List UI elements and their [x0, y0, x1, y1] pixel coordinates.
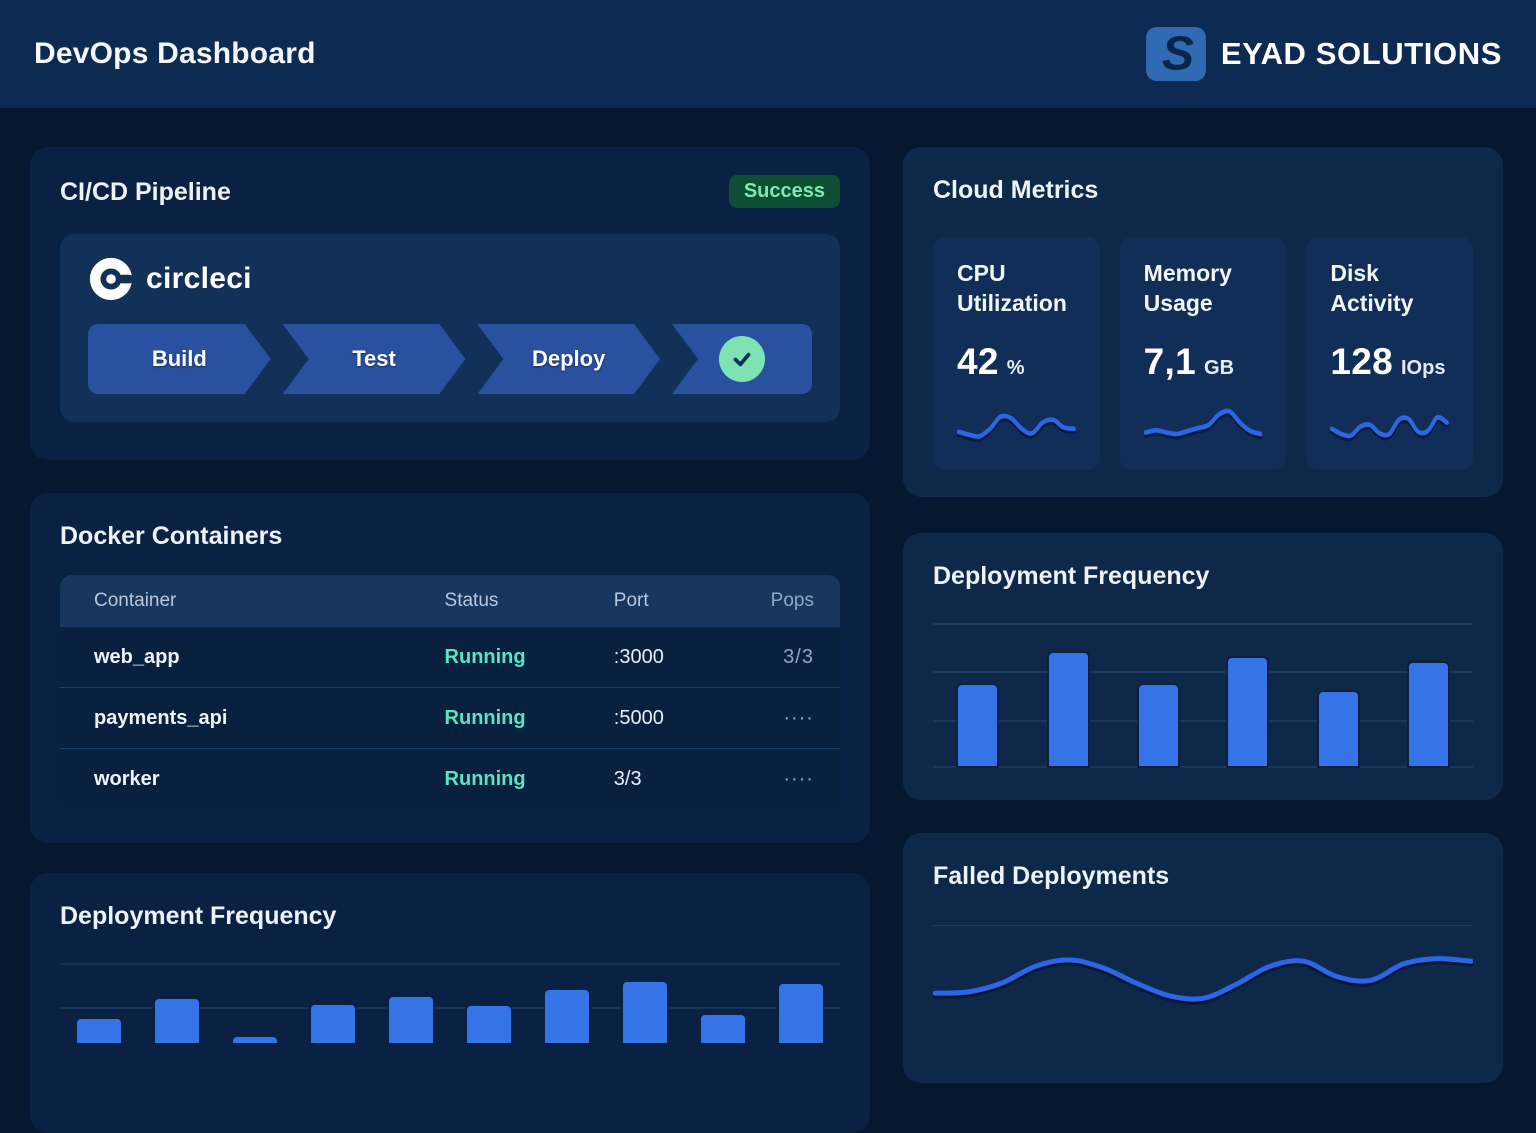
bar: [699, 1013, 747, 1045]
bar: [465, 1004, 513, 1045]
deployment-frequency-bar-chart: [933, 623, 1473, 768]
bar: [387, 995, 435, 1045]
metric-value: 128: [1330, 341, 1393, 383]
memory-sparkline-chart: [1144, 402, 1263, 448]
brand-name: EYAD SOLUTIONS: [1221, 36, 1502, 72]
row-actions-dots[interactable]: ····: [723, 707, 840, 730]
check-icon: [719, 336, 765, 382]
bar: [543, 988, 591, 1045]
svg-text:S: S: [1162, 26, 1194, 80]
page-title: DevOps Dashboard: [34, 37, 316, 71]
metric-value: 7,1: [1144, 341, 1196, 383]
col-header-port: Port: [614, 590, 723, 612]
col-header-status: Status: [445, 590, 614, 612]
col-header-pops: Pops: [723, 590, 840, 612]
container-status: Running: [445, 707, 614, 730]
freq-right-title: Deployment Frequency: [933, 561, 1473, 591]
metric-tile-cpu: CPU Utilization 42 %: [933, 237, 1100, 470]
gridline: [933, 766, 1473, 768]
cicd-pipeline-card: CI/CD Pipeline Success circleci: [30, 147, 870, 460]
metric-label: Memory Usage: [1144, 259, 1263, 319]
metric-value: 42: [957, 341, 999, 383]
bar: [777, 982, 825, 1045]
metric-tile-disk: Disk Activity 128 IOps: [1306, 237, 1473, 470]
disk-sparkline-chart: [1330, 402, 1449, 448]
failed-deployments-card: Falled Deployments: [903, 833, 1503, 1083]
table-header-row: Container Status Port Pops: [60, 575, 840, 627]
container-status: Running: [445, 768, 614, 791]
metric-unit: GB: [1204, 357, 1234, 380]
gridline: [933, 720, 1473, 722]
table-row: web_app Running :3000 3/3: [60, 627, 840, 687]
failed-deployments-title: Falled Deployments: [933, 861, 1473, 891]
container-port: :5000: [614, 707, 723, 730]
metric-label: CPU Utilization: [957, 259, 1076, 319]
circleci-icon: [88, 256, 134, 302]
cloud-metrics-card: Cloud Metrics CPU Utilization 42 % Memor…: [903, 147, 1503, 497]
stage-deploy[interactable]: Deploy: [477, 324, 660, 394]
gridline: [933, 671, 1473, 673]
col-header-container: Container: [60, 590, 445, 612]
container-name: web_app: [60, 646, 445, 669]
stage-build[interactable]: Build: [88, 324, 271, 394]
bar: [153, 997, 201, 1045]
provider-name: circleci: [146, 262, 252, 296]
pipeline-stages: Build Test Deploy: [88, 324, 812, 394]
row-actions-dots[interactable]: ····: [723, 768, 840, 791]
bar: [75, 1017, 123, 1045]
deployment-frequency-card-left: Deployment Frequency: [30, 873, 870, 1133]
docker-card-title: Docker Containers: [60, 521, 840, 551]
cpu-sparkline-chart: [957, 402, 1076, 448]
status-badge: Success: [729, 175, 840, 208]
container-name: worker: [60, 768, 445, 791]
app-header: DevOps Dashboard S EYAD SOLUTIONS: [0, 0, 1536, 108]
table-row: payments_api Running :5000 ····: [60, 687, 840, 748]
stage-done[interactable]: [672, 324, 812, 394]
brand-logo: S EYAD SOLUTIONS: [1145, 26, 1502, 82]
container-port: :3000: [614, 646, 723, 669]
divider: [933, 925, 1473, 926]
bar: [1226, 656, 1269, 768]
gridline: [933, 623, 1473, 625]
bar: [1407, 661, 1450, 768]
s-logo-icon: S: [1145, 26, 1207, 82]
docker-containers-card: Docker Containers Container Status Port …: [30, 493, 870, 843]
bar: [1137, 683, 1180, 769]
deployment-frequency-card-right: Deployment Frequency: [903, 533, 1503, 800]
container-name: payments_api: [60, 707, 445, 730]
deployment-frequency-bar-chart: [60, 951, 840, 1071]
bar: [1047, 651, 1090, 769]
containers-table: Container Status Port Pops web_app Runni…: [60, 575, 840, 809]
bar: [231, 1035, 279, 1045]
metric-unit: %: [1007, 357, 1025, 380]
cloud-metrics-title: Cloud Metrics: [933, 175, 1473, 205]
metric-tile-memory: Memory Usage 7,1 GB: [1120, 237, 1287, 470]
cicd-card-title: CI/CD Pipeline: [60, 177, 231, 207]
bar: [621, 980, 669, 1045]
stage-test[interactable]: Test: [283, 324, 466, 394]
container-status: Running: [445, 646, 614, 669]
table-row: worker Running 3/3 ····: [60, 748, 840, 809]
bar: [956, 683, 999, 769]
bar: [1317, 690, 1360, 768]
container-port: 3/3: [614, 768, 723, 791]
metric-unit: IOps: [1401, 357, 1445, 380]
pipeline-panel: circleci Build Test Deploy: [60, 234, 840, 422]
freq-left-title: Deployment Frequency: [60, 901, 840, 931]
failed-deployments-line-chart: [933, 938, 1473, 1010]
gridline: [60, 963, 840, 965]
container-pops: 3/3: [723, 646, 840, 669]
metric-label: Disk Activity: [1330, 259, 1449, 319]
